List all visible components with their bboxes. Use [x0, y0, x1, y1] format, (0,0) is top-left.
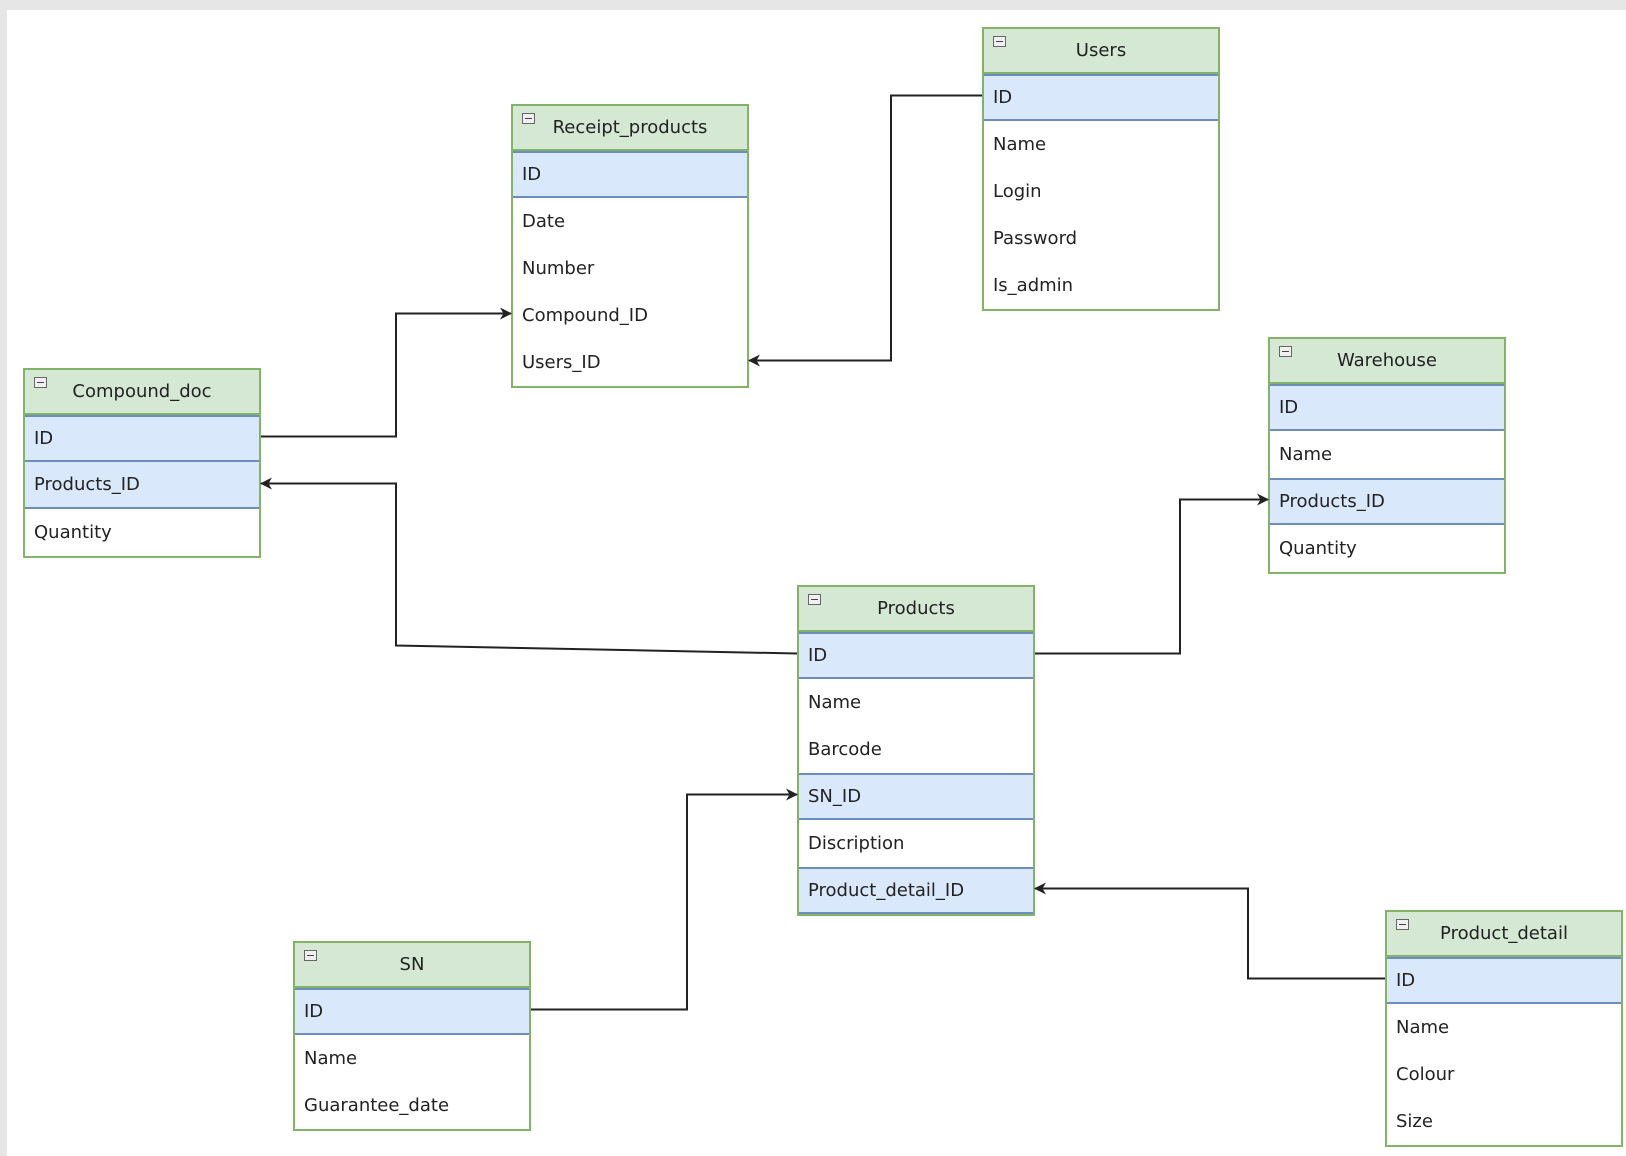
table-title: Products: [877, 598, 955, 619]
diagram-canvas: Receipt_products ID Date Number Compound_ID U…: [7, 10, 1626, 1156]
field-id[interactable]: ID: [1387, 957, 1621, 1004]
field-quantity[interactable]: Quantity: [1270, 525, 1504, 572]
table-title: Product_detail: [1440, 923, 1568, 944]
field-is-admin[interactable]: Is_admin: [984, 262, 1218, 309]
field-number[interactable]: Number: [513, 245, 747, 292]
field-password[interactable]: Password: [984, 215, 1218, 262]
collapse-icon[interactable]: [522, 113, 535, 124]
field-name[interactable]: Name: [295, 1035, 529, 1082]
collapse-icon[interactable]: [1279, 346, 1292, 357]
table-product-detail[interactable]: Product_detail ID Name Colour Size: [1385, 910, 1623, 1147]
table-title: Warehouse: [1336, 350, 1438, 371]
field-date[interactable]: Date: [513, 198, 747, 245]
collapse-icon[interactable]: [1396, 919, 1409, 930]
table-title: Compound_doc: [72, 381, 212, 402]
field-users-id[interactable]: Users_ID: [513, 339, 747, 386]
table-title: Users: [1075, 40, 1127, 61]
table-warehouse[interactable]: Warehouse ID Name Products_ID Quantity: [1268, 337, 1506, 574]
field-barcode[interactable]: Barcode: [799, 726, 1033, 773]
collapse-icon[interactable]: [993, 36, 1006, 47]
field-quantity[interactable]: Quantity: [25, 509, 259, 556]
table-header[interactable]: Users: [984, 29, 1218, 74]
field-product-detail-id[interactable]: Product_detail_ID: [799, 867, 1033, 914]
field-id[interactable]: ID: [513, 151, 747, 198]
field-id[interactable]: ID: [25, 415, 259, 462]
field-size[interactable]: Size: [1387, 1098, 1621, 1145]
field-id[interactable]: ID: [984, 74, 1218, 121]
table-products[interactable]: Products ID Name Barcode SN_ID Discription Pro…: [797, 585, 1035, 916]
table-header[interactable]: SN: [295, 943, 529, 988]
table-title: SN: [399, 954, 425, 975]
field-name[interactable]: Name: [1270, 431, 1504, 478]
table-header[interactable]: Product_detail: [1387, 912, 1621, 957]
field-name[interactable]: Name: [984, 121, 1218, 168]
field-id[interactable]: ID: [799, 632, 1033, 679]
field-products-id[interactable]: Products_ID: [25, 462, 259, 509]
table-header[interactable]: Compound_doc: [25, 370, 259, 415]
field-login[interactable]: Login: [984, 168, 1218, 215]
table-compound-doc[interactable]: Compound_doc ID Products_ID Quantity: [23, 368, 261, 558]
field-products-id[interactable]: Products_ID: [1270, 478, 1504, 525]
collapse-icon[interactable]: [34, 377, 47, 388]
collapse-icon[interactable]: [808, 594, 821, 605]
field-sn-id[interactable]: SN_ID: [799, 773, 1033, 820]
field-id[interactable]: ID: [1270, 384, 1504, 431]
table-header[interactable]: Warehouse: [1270, 339, 1504, 384]
field-name[interactable]: Name: [1387, 1004, 1621, 1051]
field-discription[interactable]: Discription: [799, 820, 1033, 867]
field-id[interactable]: ID: [295, 988, 529, 1035]
table-header[interactable]: Products: [799, 587, 1033, 632]
field-name[interactable]: Name: [799, 679, 1033, 726]
collapse-icon[interactable]: [304, 950, 317, 961]
table-receipt-products[interactable]: Receipt_products ID Date Number Compound_ID U…: [511, 104, 749, 388]
table-sn[interactable]: SN ID Name Guarantee_date: [293, 941, 531, 1131]
table-title: Receipt_products: [552, 117, 708, 138]
field-compound-id[interactable]: Compound_ID: [513, 292, 747, 339]
table-header[interactable]: Receipt_products: [513, 106, 747, 151]
field-colour[interactable]: Colour: [1387, 1051, 1621, 1098]
table-users[interactable]: Users ID Name Login Password Is_admin: [982, 27, 1220, 311]
field-guarantee-date[interactable]: Guarantee_date: [295, 1082, 529, 1129]
